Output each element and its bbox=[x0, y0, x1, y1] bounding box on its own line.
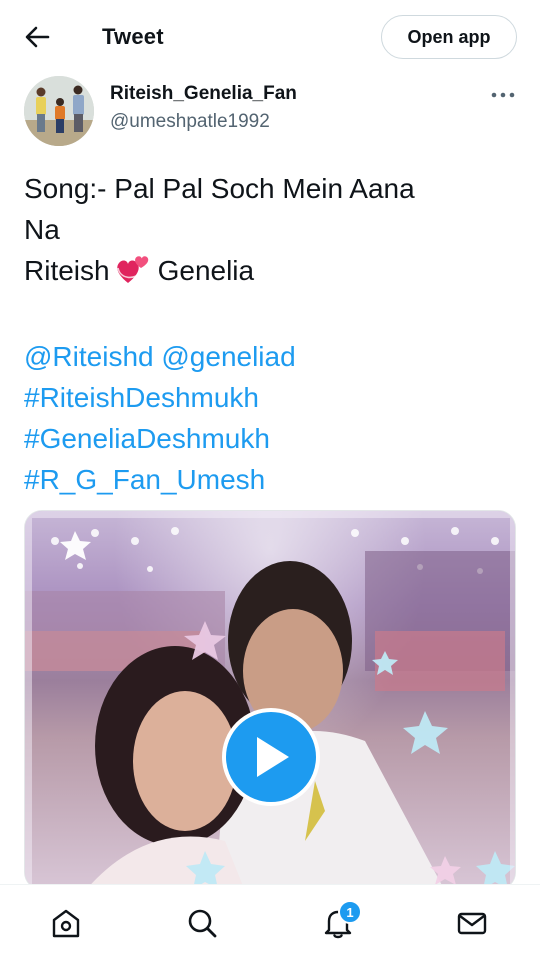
avatar[interactable] bbox=[24, 76, 94, 146]
nav-explore-button[interactable] bbox=[182, 903, 222, 943]
search-icon bbox=[188, 909, 217, 938]
more-horizontal-icon bbox=[491, 92, 515, 98]
tweet-line-3: Riteish Genelia bbox=[24, 250, 518, 295]
mention-geneliad[interactable]: @geneliad bbox=[161, 341, 295, 372]
play-icon bbox=[257, 737, 289, 777]
top-bar: Tweet Open app bbox=[0, 0, 540, 74]
video-media[interactable] bbox=[24, 510, 516, 890]
revolving-hearts-icon bbox=[116, 254, 150, 295]
mention-riteishd[interactable]: @Riteishd bbox=[24, 341, 154, 372]
tweet-line-2: Na bbox=[24, 214, 60, 245]
open-app-button[interactable]: Open app bbox=[381, 15, 517, 59]
tweet-word-riteish: Riteish bbox=[24, 255, 110, 286]
video-thumbnail bbox=[25, 511, 515, 889]
page-title: Tweet bbox=[102, 24, 164, 49]
tweet-line-1: Song:- Pal Pal Soch Mein Aana bbox=[24, 173, 415, 204]
notifications-badge: 1 bbox=[338, 900, 362, 924]
home-icon bbox=[52, 909, 80, 938]
nav-messages-button[interactable] bbox=[452, 903, 492, 943]
nav-home-button[interactable] bbox=[46, 903, 86, 943]
hashtag-r-g-fan-umesh[interactable]: #R_G_Fan_Umesh bbox=[24, 459, 518, 500]
mail-icon bbox=[457, 912, 487, 935]
avatar-image bbox=[24, 76, 94, 146]
tweet-word-genelia: Genelia bbox=[157, 255, 255, 286]
author-handle[interactable]: @umeshpatle1992 bbox=[110, 111, 270, 133]
tweet-text: Song:- Pal Pal Soch Mein Aana Na Riteish… bbox=[24, 168, 518, 500]
more-options-button[interactable] bbox=[488, 84, 518, 106]
hashtag-riteishdeshmukh[interactable]: #RiteishDeshmukh bbox=[24, 377, 518, 418]
play-button[interactable] bbox=[222, 708, 320, 806]
bottom-navigation: 1 bbox=[0, 884, 540, 960]
back-button[interactable] bbox=[20, 22, 54, 52]
hashtag-geneliadeshmukh[interactable]: #GeneliaDeshmukh bbox=[24, 418, 518, 459]
author-display-name[interactable]: Riteish_Genelia_Fan bbox=[110, 83, 297, 105]
arrow-left-icon bbox=[25, 26, 50, 48]
tweet-mentions-line: @Riteishd @geneliad bbox=[24, 336, 518, 377]
